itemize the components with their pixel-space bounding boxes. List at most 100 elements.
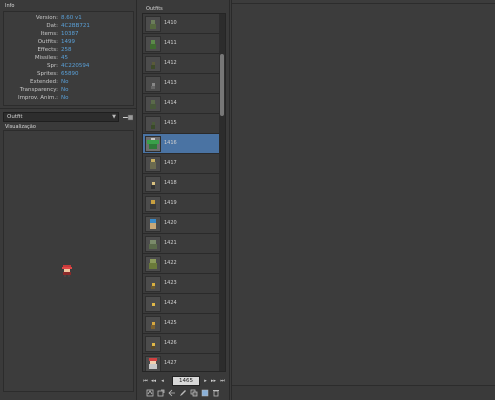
new-icon[interactable] xyxy=(201,389,209,397)
list-item[interactable]: 1412 xyxy=(143,54,221,74)
info-value: 4C220594 xyxy=(61,63,90,69)
category-select[interactable]: Outfit ▼ xyxy=(3,112,119,122)
info-value: No xyxy=(61,79,69,85)
list-item[interactable]: 1417 xyxy=(143,154,221,174)
outfit-id: 1423 xyxy=(164,280,177,286)
info-value: No xyxy=(61,95,69,101)
duplicate-icon[interactable] xyxy=(190,389,198,397)
outfit-id: 1420 xyxy=(164,220,177,226)
chevron-down-icon: ▼ xyxy=(112,114,116,120)
list-item-selected[interactable]: 1416 xyxy=(143,134,221,154)
info-value: 4C2BB721 xyxy=(61,23,90,29)
outfit-id: 1413 xyxy=(164,80,177,86)
info-row-missiles: Missiles: 45 xyxy=(4,55,135,63)
outfit-thumbnail-icon xyxy=(145,196,161,212)
list-item[interactable]: 1424 xyxy=(143,294,221,314)
info-label: Outfits: xyxy=(37,39,58,45)
outfit-id: 1412 xyxy=(164,60,177,66)
page-number-field[interactable]: 1465 xyxy=(172,376,200,386)
outfit-thumbnail-icon xyxy=(145,276,161,292)
edit-icon[interactable] xyxy=(179,389,187,397)
next-page-icon[interactable]: ▸▸ xyxy=(210,377,217,385)
next-icon[interactable]: ▸ xyxy=(202,377,209,385)
last-page-icon[interactable]: ⏭ xyxy=(219,377,226,385)
list-item[interactable]: 1418 xyxy=(143,174,221,194)
outfit-toolbar xyxy=(146,388,226,398)
info-title: Info xyxy=(5,3,15,9)
list-item[interactable]: 1420 xyxy=(143,214,221,234)
outfit-thumbnail-icon xyxy=(145,336,161,352)
list-item[interactable]: 1422 xyxy=(143,254,221,274)
info-label: Missiles: xyxy=(34,55,58,61)
info-label: Effects: xyxy=(37,47,58,53)
first-page-icon[interactable]: ⏮ xyxy=(142,377,149,385)
outfit-id: 1416 xyxy=(164,140,177,146)
list-item[interactable]: 1410 xyxy=(143,14,221,34)
list-item[interactable]: 1427 xyxy=(143,354,221,371)
replace-icon[interactable] xyxy=(146,389,154,397)
outfit-thumbnail-icon xyxy=(145,216,161,232)
info-row-outfits: Outfits: 1499 xyxy=(4,39,135,47)
list-item[interactable]: 1411 xyxy=(143,34,221,54)
info-value: 1499 xyxy=(61,39,75,45)
outfit-thumbnail-icon xyxy=(145,296,161,312)
info-label: Spr: xyxy=(47,63,58,69)
info-value: 10387 xyxy=(61,31,79,37)
outfit-id: 1421 xyxy=(164,240,177,246)
info-box: Version: 8.60 v1 Dat: 4C2BB721 Items: 10… xyxy=(3,11,134,106)
info-label: Transparency: xyxy=(19,87,58,93)
outfit-id: 1410 xyxy=(164,20,177,26)
outfit-thumbnail-icon xyxy=(145,56,161,72)
previous-icon[interactable]: ◂ xyxy=(159,377,166,385)
outfit-id: 1424 xyxy=(164,300,177,306)
info-row-extended: Extended: No xyxy=(4,79,135,87)
outfit-id: 1427 xyxy=(164,360,177,366)
info-label: Sprites: xyxy=(36,71,58,77)
list-scrollbar[interactable] xyxy=(219,14,225,371)
outfits-title: Outfits xyxy=(146,6,163,12)
info-row-spr: Spr: 4C220594 xyxy=(4,63,135,71)
info-label: Improv. Anim.: xyxy=(17,95,58,101)
import-icon[interactable] xyxy=(168,389,176,397)
outfit-id: 1422 xyxy=(164,260,177,266)
outfit-thumbnail-icon xyxy=(145,316,161,332)
outfit-thumbnail-icon xyxy=(145,236,161,252)
panel-divider xyxy=(0,108,137,109)
outfits-panel: Outfits 1410 1411 1412 1413 1414 1415 14 xyxy=(137,0,230,400)
editor-top-bar xyxy=(232,0,495,4)
info-row-sprites: Sprites: 65890 xyxy=(4,71,135,79)
outfit-list[interactable]: 1410 1411 1412 1413 1414 1415 1416 1417 xyxy=(142,13,226,372)
info-row-version: Version: 8.60 v1 xyxy=(4,15,135,23)
info-row-effects: Effects: 258 xyxy=(4,47,135,55)
outfit-id: 1425 xyxy=(164,320,177,326)
list-item[interactable]: 1414 xyxy=(143,94,221,114)
outfit-thumbnail-icon xyxy=(145,16,161,32)
list-item[interactable]: 1426 xyxy=(143,334,221,354)
editor-area xyxy=(231,0,495,400)
info-value: 258 xyxy=(61,47,72,53)
info-label: Extended: xyxy=(30,79,58,85)
list-item[interactable]: 1423 xyxy=(143,274,221,294)
outfit-id: 1417 xyxy=(164,160,177,166)
previous-page-icon[interactable]: ◂◂ xyxy=(150,377,157,385)
list-item[interactable]: 1413 xyxy=(143,74,221,94)
list-item[interactable]: 1419 xyxy=(143,194,221,214)
outfit-thumbnail-icon xyxy=(145,176,161,192)
info-row-dat: Dat: 4C2BB721 xyxy=(4,23,135,31)
pager: ⏮ ◂◂ ◂ 1465 ▸ ▸▸ ⏭ xyxy=(142,376,226,386)
info-label: Version: xyxy=(35,15,58,21)
outfit-id: 1426 xyxy=(164,340,177,346)
export-icon[interactable] xyxy=(157,389,165,397)
outfit-id: 1414 xyxy=(164,100,177,106)
list-item[interactable]: 1421 xyxy=(143,234,221,254)
export-icon[interactable] xyxy=(121,112,134,122)
info-value: No xyxy=(61,87,69,93)
list-item[interactable]: 1425 xyxy=(143,314,221,334)
delete-icon[interactable] xyxy=(212,389,220,397)
outfit-id: 1411 xyxy=(164,40,177,46)
preview-area xyxy=(3,130,134,392)
scrollbar-thumb[interactable] xyxy=(220,54,224,116)
info-row-improved-animations: Improv. Anim.: No xyxy=(4,95,135,103)
list-item[interactable]: 1415 xyxy=(143,114,221,134)
info-value: 8.60 v1 xyxy=(61,15,82,21)
